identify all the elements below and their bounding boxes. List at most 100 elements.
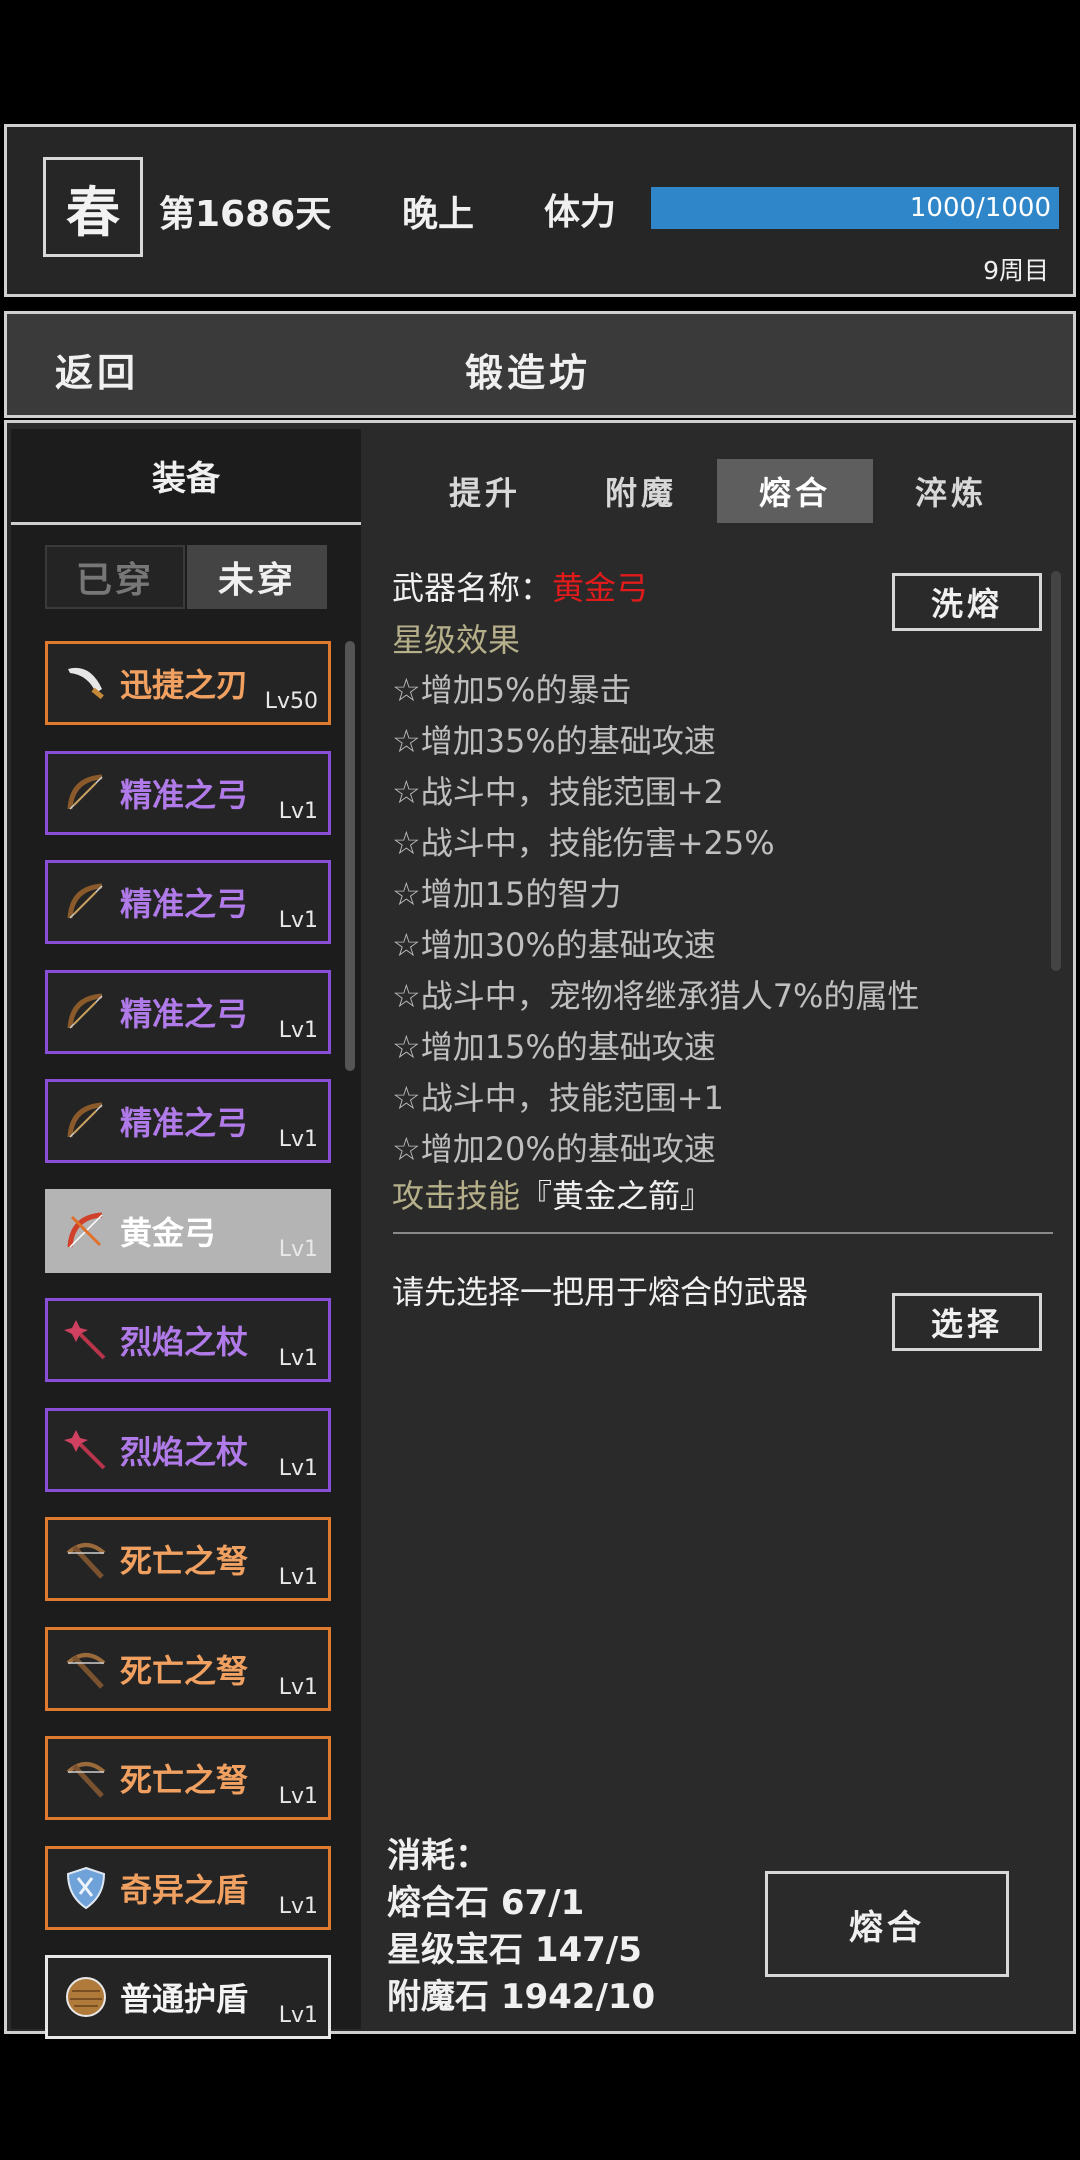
equipment-item-level: Lv1: [278, 1674, 318, 1700]
select-button[interactable]: 选择: [892, 1293, 1042, 1351]
equipment-item-name: 精准之弓: [120, 994, 249, 1033]
equipment-item[interactable]: 烈焰之杖 Lv1: [45, 1407, 331, 1492]
equipment-item[interactable]: 精准之弓 Lv1: [45, 860, 331, 944]
time-of-day: 晚上: [402, 194, 475, 235]
bow-icon: [58, 874, 114, 930]
cycle-label: 9周目: [983, 256, 1049, 285]
equipment-item-level: Lv1: [278, 1784, 318, 1809]
bow-icon: [58, 765, 114, 821]
wash-button[interactable]: 洗熔: [892, 573, 1042, 631]
equipment-item-level: Lv1: [278, 1893, 318, 1919]
equipment-item[interactable]: 死亡之弩 Lv1: [45, 1626, 331, 1711]
equipment-item-name: 死亡之弩: [120, 1542, 249, 1580]
season-badge: 春: [43, 157, 143, 257]
cost-enchant-stone: 附魔石 1942/10: [387, 1977, 656, 2017]
effects-scrollbar[interactable]: [1051, 571, 1061, 971]
equipment-item-level: Lv1: [278, 908, 318, 933]
crossbow-icon: [58, 1531, 114, 1587]
equipment-item[interactable]: 普通护盾 Lv1: [45, 1955, 331, 2039]
effect-item: ☆增加20%的基础攻速: [392, 1130, 716, 1168]
effect-item: ☆战斗中，技能范围+2: [392, 773, 724, 811]
equipment-item-level: Lv1: [278, 1236, 318, 1262]
bow-icon: [58, 984, 114, 1040]
tab-fusion[interactable]: 熔合: [717, 459, 873, 523]
effect-item: ☆增加15%的基础攻速: [392, 1028, 716, 1066]
cost-block: 消耗： 熔合石 67/1 星级宝石 147/5 附魔石 1942/10: [387, 1833, 655, 2021]
equipment-item-level: Lv1: [278, 2003, 318, 2028]
equipment-item[interactable]: 奇异之盾 Lv1: [45, 1845, 331, 1930]
stamina-label: 体力: [544, 192, 617, 233]
effect-item: ☆增加35%的基础攻速: [392, 722, 716, 760]
equipment-item-level: Lv1: [278, 1017, 318, 1043]
staff-icon: [58, 1312, 114, 1368]
tab-temper[interactable]: 淬炼: [873, 459, 1029, 523]
effect-item: ☆战斗中，技能伤害+25%: [392, 824, 775, 862]
equipment-item[interactable]: 迅捷之刃 Lv50: [45, 641, 331, 725]
effect-item: ☆战斗中，技能范围+1: [392, 1079, 724, 1117]
equipment-item-name: 精准之弓: [120, 775, 249, 814]
equipment-item-name: 精准之弓: [120, 1104, 249, 1142]
equipment-item-name: 死亡之弩: [120, 1761, 249, 1799]
stamina-value: 1000/1000: [909, 193, 1051, 223]
weapon-name-label: 武器名称：: [392, 569, 553, 607]
tab-unworn[interactable]: 未穿: [187, 545, 327, 609]
staff-icon: [58, 1422, 114, 1478]
status-panel: 春 第1686天 晚上 体力 1000/1000 9周目: [4, 124, 1076, 297]
star-effects-header: 星级效果: [392, 621, 521, 659]
bow-icon: [58, 1093, 114, 1149]
equipment-column: 装备 已穿 未穿 迅捷之刃 Lv50 精准之弓 Lv1 精准之弓 Lv1 精准之弓 Lv1 精准…: [11, 429, 361, 2039]
effect-list: ☆增加5%的暴击 ☆增加35%的基础攻速 ☆战斗中，技能范围+2 ☆战斗中，技能…: [392, 665, 1032, 1175]
effect-item: ☆战斗中，宠物将继承猎人7%的属性: [392, 977, 920, 1015]
equipment-item[interactable]: 烈焰之杖 Lv1: [45, 1298, 331, 1382]
equipment-scrollbar[interactable]: [345, 641, 355, 1071]
equipment-item-level: Lv1: [278, 1346, 318, 1371]
equipment-item-name: 奇异之盾: [120, 1870, 249, 1909]
equipment-item-name: 精准之弓: [120, 885, 249, 923]
forge-panel: 装备 已穿 未穿 迅捷之刃 Lv50 精准之弓 Lv1 精准之弓 Lv1 精准之弓 Lv1 精准…: [4, 420, 1076, 2039]
equipment-item-name: 黄金弓: [120, 1213, 217, 1252]
equipment-item[interactable]: 死亡之弩 Lv1: [45, 1736, 331, 1820]
equipment-item-level: Lv1: [278, 798, 318, 824]
equipment-item-name: 普通护盾: [120, 1980, 249, 2018]
day-counter: 第1686天: [159, 194, 332, 235]
attack-skill-name: 『黄金之箭』: [520, 1177, 713, 1215]
page-title: 锻造坊: [465, 351, 592, 395]
equipment-item[interactable]: 死亡之弩 Lv1: [45, 1517, 331, 1601]
equipment-item[interactable]: 精准之弓 Lv1: [45, 969, 331, 1054]
shield-icon: [58, 1860, 114, 1916]
back-button[interactable]: 返回: [55, 342, 139, 397]
fusion-hint: 请先选择一把用于熔合的武器: [392, 1273, 809, 1311]
cost-star-gem: 星级宝石 147/5: [387, 1930, 642, 1970]
golden-bow-icon: [58, 1203, 114, 1259]
equipment-item-level: Lv1: [278, 1455, 318, 1481]
equipment-item-level: Lv1: [278, 1565, 318, 1590]
equipment-item-name: 烈焰之杖: [120, 1323, 249, 1361]
equipment-header: 装备: [11, 429, 361, 525]
equipment-item-level: Lv50: [264, 689, 318, 714]
cost-label: 消耗：: [387, 1836, 489, 1876]
attack-skill-row: 攻击技能『黄金之箭』: [392, 1171, 712, 1217]
stamina-bar: 1000/1000: [651, 187, 1059, 229]
weapon-name-row: 武器名称：黄金弓: [392, 563, 648, 609]
wooden-shield-icon: [58, 1969, 114, 2025]
tab-worn[interactable]: 已穿: [45, 545, 185, 609]
weapon-name: 黄金弓: [552, 569, 649, 607]
fuse-button[interactable]: 熔合: [765, 1871, 1009, 1977]
equipment-item[interactable]: 精准之弓 Lv1: [45, 1079, 331, 1163]
equipment-item-name: 死亡之弩: [120, 1651, 249, 1690]
effect-item: ☆增加30%的基础攻速: [392, 926, 716, 964]
cost-fusion-stone: 熔合石 67/1: [387, 1883, 585, 1923]
equipment-item[interactable]: 黄金弓 Lv1: [45, 1188, 331, 1273]
equipment-item-name: 迅捷之刃: [120, 666, 249, 704]
tab-upgrade[interactable]: 提升: [407, 459, 563, 523]
effect-item: ☆增加15的智力: [392, 875, 622, 913]
effect-item: ☆增加5%的暴击: [392, 671, 632, 709]
equipment-item-name: 烈焰之杖: [120, 1432, 249, 1471]
crossbow-icon: [58, 1641, 114, 1697]
tab-enchant[interactable]: 附魔: [563, 459, 719, 523]
equipment-item[interactable]: 精准之弓 Lv1: [45, 750, 331, 835]
equipment-item-level: Lv1: [278, 1127, 318, 1152]
divider: [393, 1232, 1053, 1234]
nav-bar: 返回 锻造坊: [4, 311, 1076, 418]
attack-skill-label: 攻击技能: [392, 1177, 521, 1215]
